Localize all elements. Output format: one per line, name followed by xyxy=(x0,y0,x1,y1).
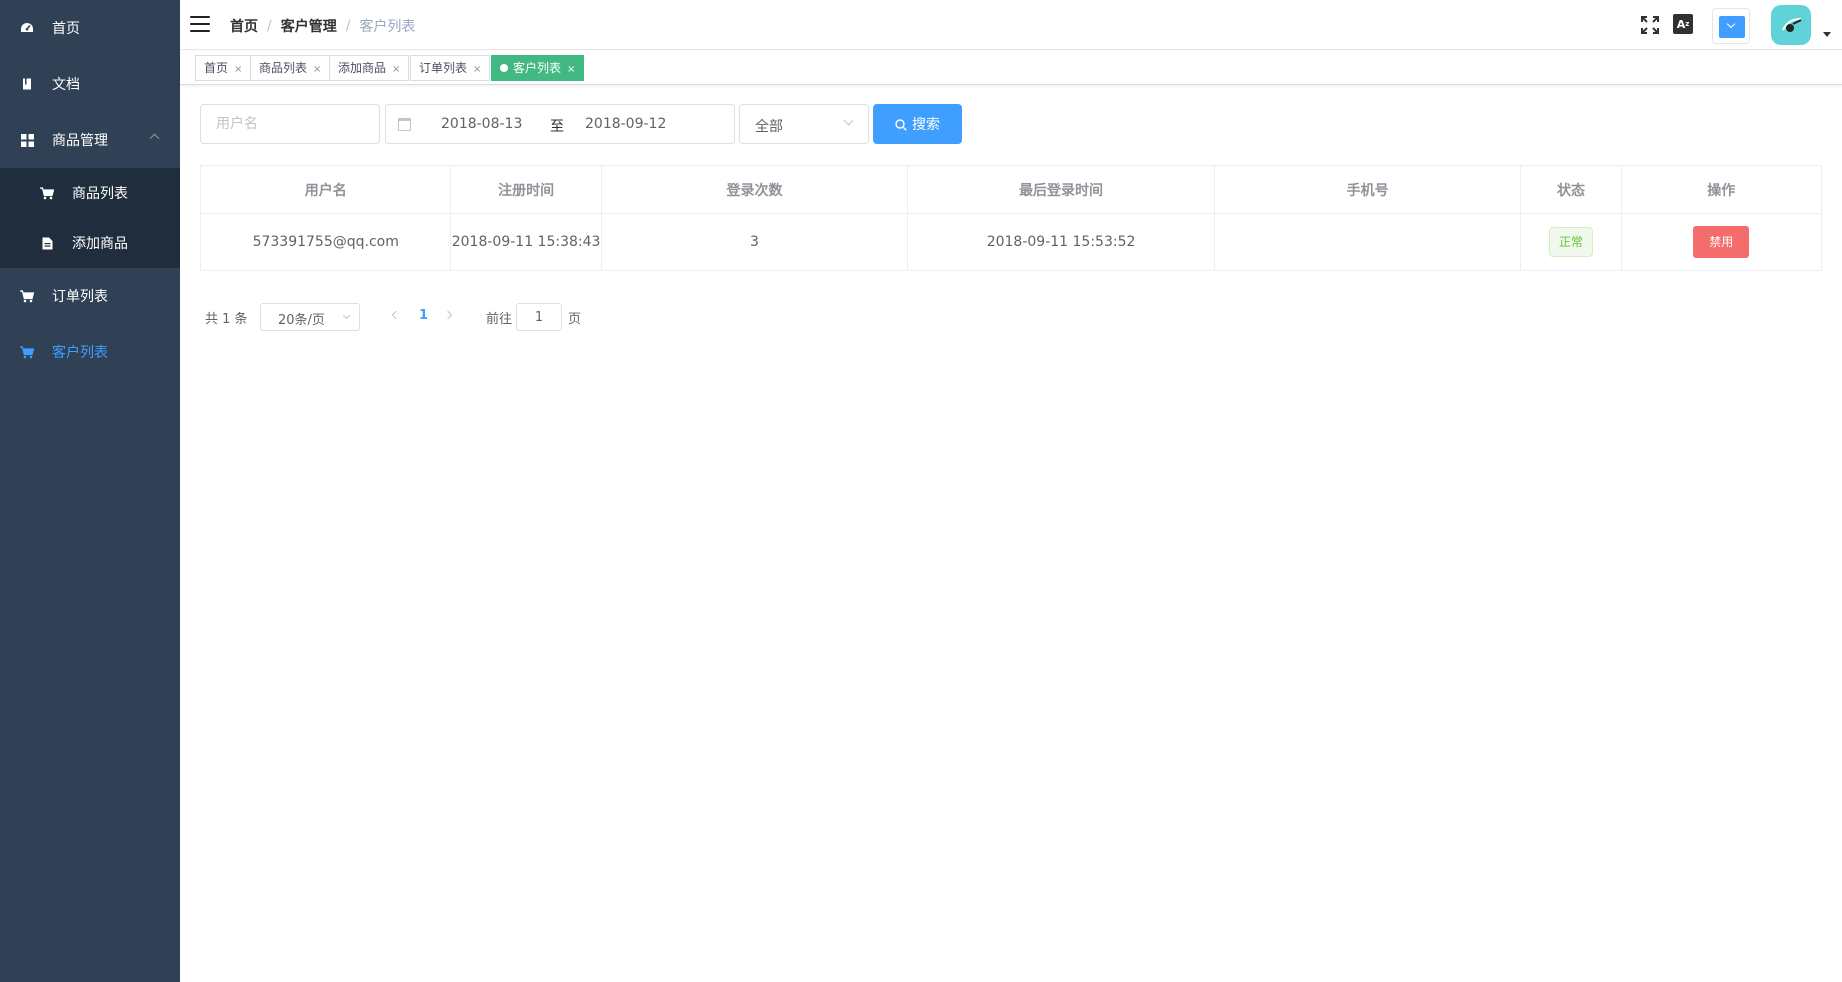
grid-icon xyxy=(20,133,34,147)
sidebar-item-label: 订单列表 xyxy=(52,289,108,305)
active-dot-icon xyxy=(500,64,508,72)
chevron-down-icon xyxy=(342,311,351,320)
close-icon[interactable]: × xyxy=(313,64,321,75)
column-header-username: 用户名 xyxy=(199,165,452,214)
next-page-icon[interactable] xyxy=(443,310,453,320)
sidebar-item-add-product[interactable]: 添加商品 xyxy=(0,218,180,268)
breadcrumb-separator: / xyxy=(267,18,272,34)
cart-icon xyxy=(20,345,34,359)
tags-view: 首页 × 商品列表 × 添加商品 × 订单列表 × 客户列表 × xyxy=(180,51,1842,85)
close-icon[interactable]: × xyxy=(392,64,400,75)
sidebar-item-order-list[interactable]: 订单列表 xyxy=(0,268,180,324)
column-header-login-count: 登录次数 xyxy=(600,165,909,214)
chevron-up-icon xyxy=(149,133,160,144)
cart-icon xyxy=(20,289,34,303)
breadcrumb: 首页 / 客户管理 / 客户列表 xyxy=(230,16,415,36)
breadcrumb-current: 客户列表 xyxy=(359,19,416,35)
column-header-registered: 注册时间 xyxy=(450,165,602,214)
breadcrumb-separator: / xyxy=(345,18,351,34)
page-suffix: 页 xyxy=(568,312,582,327)
document-icon xyxy=(20,77,34,91)
table-row: 573391755@qq.com 2018-09-11 15:38:43 3 2… xyxy=(199,213,1823,271)
main-area: 首页 / 客户管理 / 客户列表 Az 首页 × 商品列表 × 添加商品 × 订… xyxy=(180,0,1842,982)
date-start[interactable]: 2018-08-13 xyxy=(441,116,522,132)
column-header-status: 状态 xyxy=(1520,165,1622,214)
goto-page-input[interactable] xyxy=(516,303,562,331)
date-range-picker[interactable]: 2018-08-13 至 2018-09-12 xyxy=(385,104,735,144)
cell-status: 正常 xyxy=(1520,213,1622,271)
sidebar-item-label: 添加商品 xyxy=(72,236,128,252)
table-header-row: 用户名 注册时间 登录次数 最后登录时间 手机号 状态 操作 xyxy=(199,165,1823,214)
date-separator: 至 xyxy=(550,119,564,135)
pagination-total: 共 1 条 xyxy=(205,312,248,327)
hamburger-icon[interactable] xyxy=(190,16,210,32)
search-button[interactable]: 搜索 xyxy=(873,104,962,144)
cell-action: 禁用 xyxy=(1620,213,1823,271)
cell-phone xyxy=(1213,213,1522,271)
status-select-value: 全部 xyxy=(755,119,783,135)
cell-last-login: 2018-09-11 15:53:52 xyxy=(907,213,1215,271)
close-icon[interactable]: × xyxy=(567,64,575,75)
tag-label: 商品列表 xyxy=(259,61,308,75)
cell-username: 573391755@qq.com xyxy=(199,213,452,271)
language-label: A xyxy=(1676,17,1686,31)
close-icon[interactable]: × xyxy=(473,64,481,75)
goto-label: 前往 xyxy=(486,312,513,327)
caret-down-icon[interactable] xyxy=(1823,32,1831,37)
page-size-select[interactable]: 20条/页 xyxy=(260,303,360,331)
sidebar-item-product-list[interactable]: 商品列表 xyxy=(0,168,180,218)
cell-login-count: 3 xyxy=(600,213,909,271)
status-badge: 正常 xyxy=(1548,227,1593,257)
sidebar-item-label: 商品管理 xyxy=(52,133,108,149)
sidebar-item-customer-list[interactable]: 客户列表 xyxy=(0,324,180,380)
prev-page-icon[interactable] xyxy=(391,310,401,320)
date-end[interactable]: 2018-09-12 xyxy=(585,116,666,132)
sidebar-item-label: 商品列表 xyxy=(72,186,128,202)
tag-customer-list[interactable]: 客户列表 × xyxy=(491,55,585,81)
tag-product-list[interactable]: 商品列表 × xyxy=(250,55,331,81)
theme-picker-icon[interactable] xyxy=(1712,8,1750,44)
navbar: 首页 / 客户管理 / 客户列表 Az xyxy=(180,0,1842,50)
tag-label: 添加商品 xyxy=(338,61,387,75)
column-header-last-login: 最后登录时间 xyxy=(907,165,1215,214)
column-header-phone: 手机号 xyxy=(1213,165,1522,214)
tag-order-list[interactable]: 订单列表 × xyxy=(410,55,491,81)
breadcrumb-home[interactable]: 首页 xyxy=(230,16,258,36)
file-icon xyxy=(40,236,54,250)
sidebar-item-label: 文档 xyxy=(52,77,80,93)
sidebar: 首页 文档 商品管理 商品列表 添加商品 订单列表 客户列表 xyxy=(0,0,180,982)
close-icon[interactable]: × xyxy=(234,64,242,75)
customer-table: 用户名 注册时间 登录次数 最后登录时间 手机号 状态 操作 573391755… xyxy=(199,165,1823,271)
sidebar-item-label: 客户列表 xyxy=(52,345,108,361)
fullscreen-icon[interactable] xyxy=(1640,15,1660,35)
language-icon[interactable]: Az xyxy=(1673,14,1693,34)
tag-label: 首页 xyxy=(204,61,229,75)
sidebar-item-label: 首页 xyxy=(52,21,80,37)
search-button-label: 搜索 xyxy=(912,116,940,132)
dashboard-icon xyxy=(20,21,34,35)
sidebar-item-docs[interactable]: 文档 xyxy=(0,56,180,112)
column-header-action: 操作 xyxy=(1620,165,1823,214)
disable-button[interactable]: 禁用 xyxy=(1693,226,1750,258)
cell-registered: 2018-09-11 15:38:43 xyxy=(450,213,602,271)
tag-label: 客户列表 xyxy=(513,61,562,75)
tag-home[interactable]: 首页 × xyxy=(195,55,252,81)
username-input[interactable] xyxy=(200,104,380,144)
cart-icon xyxy=(40,186,54,200)
breadcrumb-customer-management[interactable]: 客户管理 xyxy=(281,16,337,36)
sidebar-item-product-management[interactable]: 商品管理 xyxy=(0,112,180,168)
page-size-value: 20条/页 xyxy=(278,313,325,328)
page-number-current[interactable]: 1 xyxy=(419,308,428,323)
calendar-icon xyxy=(398,118,411,131)
tag-add-product[interactable]: 添加商品 × xyxy=(329,55,410,81)
avatar[interactable] xyxy=(1771,5,1811,45)
chevron-down-icon xyxy=(843,115,854,126)
sidebar-item-home[interactable]: 首页 xyxy=(0,0,180,56)
search-icon xyxy=(895,118,907,131)
status-select[interactable]: 全部 xyxy=(739,104,869,144)
tag-label: 订单列表 xyxy=(419,61,468,75)
